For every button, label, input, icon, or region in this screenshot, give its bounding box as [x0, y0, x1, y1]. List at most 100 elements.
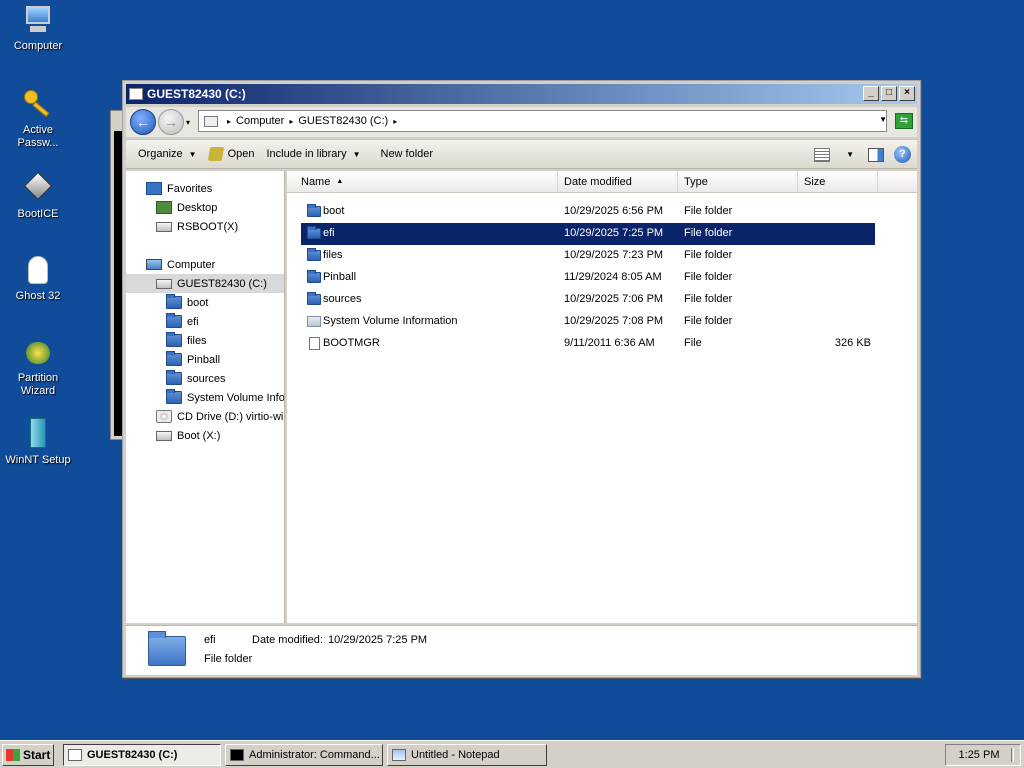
- back-button[interactable]: ←: [130, 109, 156, 135]
- file-date: 10/29/2025 7:06 PM: [564, 293, 664, 305]
- file-date: 10/29/2025 7:23 PM: [564, 249, 664, 261]
- include-label: Include in library: [266, 148, 347, 160]
- breadcrumb-computer[interactable]: Computer: [236, 115, 284, 127]
- change-view-icon[interactable]: [814, 147, 831, 162]
- details-type: File folder: [204, 653, 253, 665]
- file-row-efi[interactable]: efi 10/29/2025 7:25 PM File folder: [301, 223, 875, 245]
- desktop-icon-partition-wizard[interactable]: Partition Wizard: [0, 336, 76, 398]
- file-icon: [309, 337, 320, 350]
- nav-label: efi: [187, 315, 199, 328]
- title-bar[interactable]: GUEST82430 (C:) _ □ ×: [126, 84, 917, 104]
- computer-icon: [146, 259, 162, 270]
- nav-label: Boot (X:): [177, 429, 221, 442]
- file-row-files[interactable]: files 10/29/2025 7:23 PM File folder: [301, 245, 875, 267]
- open-button[interactable]: Open: [207, 147, 255, 161]
- nav-computer[interactable]: Computer: [146, 255, 215, 274]
- nav-c-drive[interactable]: GUEST82430 (C:): [126, 274, 284, 293]
- address-input[interactable]: ▸ Computer ▸ GUEST82430 (C:) ▸: [198, 110, 887, 132]
- drive-icon: [204, 115, 218, 127]
- file-row-sources[interactable]: sources 10/29/2025 7:06 PM File folder: [301, 289, 875, 311]
- folder-icon: [166, 370, 182, 385]
- file-name: boot: [323, 205, 345, 217]
- minimize-button[interactable]: _: [863, 86, 879, 101]
- folder-icon: [148, 631, 186, 666]
- nav-folder-system-volume[interactable]: System Volume Information: [166, 388, 285, 407]
- details-date-value: 10/29/2025 7:25 PM: [328, 634, 428, 646]
- breadcrumb-chevron-icon[interactable]: ▸: [289, 117, 293, 126]
- drive-icon: [68, 749, 82, 761]
- nav-label: files: [187, 334, 207, 347]
- include-in-library-button[interactable]: Include in library ▼: [266, 148, 360, 160]
- navigation-pane: Favorites Desktop RSBOOT(X) Computer GUE…: [126, 171, 285, 623]
- organize-button[interactable]: Organize ▼: [138, 148, 197, 160]
- ghost-icon: [22, 254, 54, 286]
- drive-icon: [156, 221, 172, 232]
- desktop-icon-label: Active Passw...: [17, 124, 59, 149]
- desktop-icon-ghost32[interactable]: Ghost 32: [0, 254, 76, 303]
- file-row-pinball[interactable]: Pinball 11/29/2024 8:05 AM File folder: [301, 267, 875, 289]
- start-button[interactable]: Start: [2, 744, 54, 766]
- breadcrumb-chevron-icon[interactable]: ▸: [227, 117, 231, 126]
- recent-pages-dropdown-icon[interactable]: ▾: [186, 118, 190, 127]
- open-label: Open: [227, 148, 255, 160]
- nav-folder-pinball[interactable]: Pinball: [166, 350, 220, 369]
- address-history-dropdown-icon[interactable]: ▼: [879, 115, 887, 124]
- nav-label: Favorites: [167, 182, 213, 195]
- task-label: Administrator: Command...: [249, 749, 380, 761]
- organize-label: Organize: [138, 148, 183, 160]
- column-header-date[interactable]: Date modified: [558, 171, 678, 193]
- nav-folder-boot[interactable]: boot: [166, 293, 208, 312]
- new-folder-button[interactable]: New folder: [381, 148, 434, 160]
- notepad-icon: [392, 749, 406, 761]
- desktop-icon-label: BootICE: [17, 208, 59, 220]
- desktop-icon-computer[interactable]: Computer: [0, 4, 76, 53]
- breadcrumb-chevron-icon[interactable]: ▸: [393, 117, 397, 126]
- preview-pane-icon[interactable]: [868, 147, 884, 162]
- show-desktop-divider[interactable]: [1011, 748, 1014, 762]
- clock[interactable]: 1:25 PM: [959, 749, 1000, 761]
- file-row-system-volume-information[interactable]: System Volume Information 10/29/2025 7:0…: [301, 311, 875, 333]
- task-command-prompt[interactable]: Administrator: Command...: [225, 744, 383, 766]
- desktop-icon-label: WinNT Setup: [5, 454, 71, 466]
- nav-boot-drive[interactable]: Boot (X:): [156, 426, 220, 445]
- column-header-size[interactable]: Size: [798, 171, 878, 193]
- refresh-icon: ⇆: [899, 115, 909, 126]
- file-row-bootmgr[interactable]: BOOTMGR 9/11/2011 6:36 AM File 326 KB: [301, 333, 875, 355]
- nav-cd-drive[interactable]: CD Drive (D:) virtio-win: [156, 407, 284, 426]
- file-type: File folder: [684, 271, 733, 283]
- view-options-dropdown-icon[interactable]: ▼: [846, 150, 854, 159]
- drive-icon: [156, 278, 172, 289]
- file-name: sources: [323, 293, 362, 305]
- help-icon[interactable]: ?: [894, 146, 911, 163]
- task-explorer[interactable]: GUEST82430 (C:): [63, 744, 221, 766]
- nav-folder-files[interactable]: files: [166, 331, 207, 350]
- nav-label: System Volume Information: [187, 391, 285, 404]
- forward-button[interactable]: →: [158, 109, 184, 135]
- file-row-boot[interactable]: boot 10/29/2025 6:56 PM File folder: [301, 201, 875, 223]
- nav-folder-sources[interactable]: sources: [166, 369, 226, 388]
- column-header-name[interactable]: Name ▲: [287, 171, 558, 193]
- task-notepad[interactable]: Untitled - Notepad: [387, 744, 547, 766]
- desktop-icon-active-password[interactable]: Active Passw...: [0, 88, 76, 150]
- nav-desktop[interactable]: Desktop: [156, 198, 217, 217]
- desktop-icon-bootice[interactable]: BootICE: [0, 171, 76, 221]
- close-button[interactable]: ×: [899, 86, 915, 101]
- column-header-type[interactable]: Type: [678, 171, 798, 193]
- nav-favorites[interactable]: Favorites: [146, 179, 212, 198]
- desktop-icon-winnt-setup[interactable]: WinNT Setup: [0, 418, 76, 467]
- folder-icon: [166, 294, 182, 309]
- dropdown-arrow-icon: ▼: [188, 149, 197, 159]
- winnt-setup-icon: [22, 418, 54, 450]
- breadcrumb-drive[interactable]: GUEST82430 (C:): [298, 115, 388, 127]
- file-name: System Volume Information: [323, 315, 458, 327]
- nav-label: Pinball: [187, 353, 221, 366]
- task-label: Untitled - Notepad: [411, 749, 500, 761]
- maximize-button[interactable]: □: [881, 86, 897, 101]
- nav-rsboot[interactable]: RSBOOT(X): [156, 217, 238, 236]
- file-date: 9/11/2011 6:36 AM: [564, 337, 655, 349]
- refresh-button[interactable]: ⇆: [895, 113, 913, 129]
- details-pane: efi Date modified: 10/29/2025 7:25 PM Fi…: [126, 625, 917, 675]
- nav-folder-efi[interactable]: efi: [166, 312, 199, 331]
- column-label: Name: [301, 176, 331, 188]
- nav-label: RSBOOT(X): [177, 220, 239, 233]
